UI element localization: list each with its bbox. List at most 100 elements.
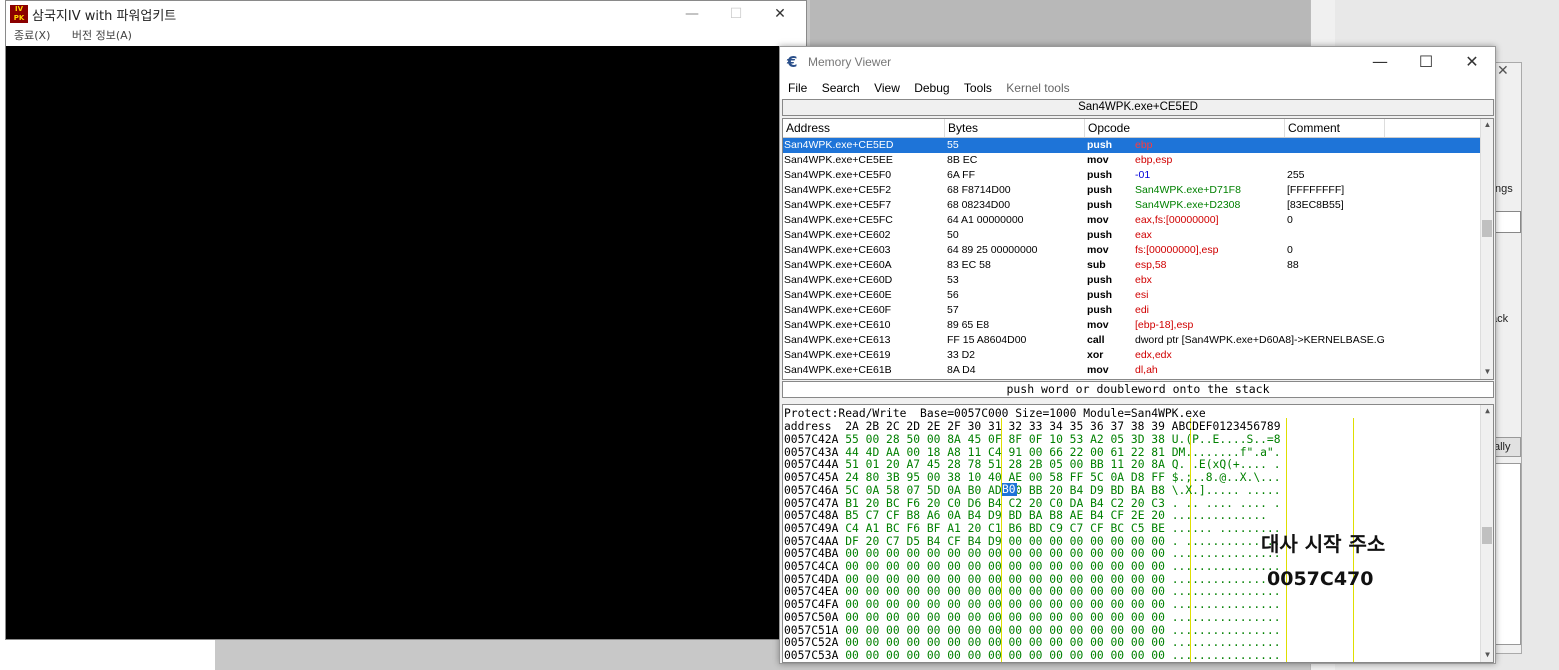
disasm-row[interactable]: San4WPK.exe+CE619 33 D2 xor edx,edx: [783, 348, 1480, 363]
game-title-bar[interactable]: IV PK 삼국지IV with 파워업키트 — ☐ ✕: [6, 1, 806, 27]
game-canvas[interactable]: [6, 46, 806, 639]
disasm-row[interactable]: San4WPK.exe+CE5F0 6A FF push -01 255: [783, 168, 1480, 183]
disasm-address: San4WPK.exe+CE5F2: [784, 184, 892, 196]
hex-scroll-thumb[interactable]: [1482, 527, 1492, 544]
menu-version-info[interactable]: 버전 정보(A): [72, 29, 132, 42]
menu-kernel-tools[interactable]: Kernel tools: [1006, 77, 1069, 99]
fragment-list: [1493, 463, 1521, 645]
fragment-button[interactable]: ally: [1493, 437, 1521, 457]
disasm-args: dl,ah: [1135, 364, 1158, 376]
region-info: Protect:Read/Write Base=0057C000 Size=10…: [784, 407, 1206, 420]
menu-search[interactable]: Search: [822, 77, 860, 99]
memory-viewer-menubar: File Search View Debug Tools Kernel tool…: [780, 77, 1495, 99]
disasm-address: San4WPK.exe+CE61B: [784, 364, 892, 376]
disasm-row[interactable]: San4WPK.exe+CE60E 56 push esi: [783, 288, 1480, 303]
minimize-icon[interactable]: —: [670, 3, 714, 25]
hex-row[interactable]: 0057C4DA 00 00 00 00 00 00 00 00 00 00 0…: [784, 573, 1281, 586]
hex-row[interactable]: 0057C51A 00 00 00 00 00 00 00 00 00 00 0…: [784, 624, 1281, 637]
instruction-description: push word or doubleword onto the stack: [782, 381, 1494, 398]
menu-tools[interactable]: Tools: [964, 77, 992, 99]
disasm-row[interactable]: San4WPK.exe+CE5F7 68 08234D00 push San4WPK.…: [783, 198, 1480, 213]
hex-row[interactable]: 0057C44A 51 01 20 A7 45 28 78 51 28 2B 0…: [784, 458, 1281, 471]
column-opcode[interactable]: Opcode: [1085, 119, 1285, 137]
fragment-text-1: ngs: [1495, 183, 1513, 195]
disasm-scroll-thumb[interactable]: [1482, 220, 1492, 237]
hex-row-bytes: 44 4D AA 00 18 A8 11 C4 91 00 66 22 00 6…: [845, 445, 1165, 459]
menu-file[interactable]: File: [788, 77, 807, 99]
selected-hex-byte[interactable]: B0: [1002, 483, 1017, 496]
hex-row[interactable]: 0057C49A C4 A1 BC F6 BF A1 20 C1 B6 BD C…: [784, 522, 1281, 535]
hex-row[interactable]: 0057C46A 5C 0A 58 07 5D 0A B0 AD C0 BB 2…: [784, 484, 1281, 497]
scroll-down-icon[interactable]: ▼: [1481, 649, 1493, 661]
hex-row-ascii: \.X.]..... .....: [1171, 483, 1281, 497]
column-bytes[interactable]: Bytes: [945, 119, 1085, 137]
disasm-row[interactable]: San4WPK.exe+CE5EE 8B EC mov ebp,esp: [783, 153, 1480, 168]
disasm-row[interactable]: San4WPK.exe+CE5FC 64 A1 00000000 mov eax,fs…: [783, 213, 1480, 228]
close-icon[interactable]: ✕: [1497, 63, 1521, 85]
hex-row[interactable]: 0057C45A 24 80 3B 95 00 38 10 40 AE 00 5…: [784, 471, 1281, 484]
game-app-icon: IV PK: [10, 5, 28, 23]
disasm-address: San4WPK.exe+CE610: [784, 319, 891, 331]
hex-row[interactable]: 0057C47A B1 20 BC F6 20 C0 D6 B4 C2 20 C…: [784, 497, 1281, 510]
menu-debug[interactable]: Debug: [914, 77, 949, 99]
hex-row-address: 0057C4DA: [784, 572, 839, 586]
column-address[interactable]: Address: [783, 119, 945, 137]
disassembler-view[interactable]: Address Bytes Opcode Comment San4WPK.exe…: [782, 118, 1494, 380]
hex-view[interactable]: Protect:Read/Write Base=0057C000 Size=10…: [782, 404, 1494, 663]
minimize-icon[interactable]: —: [1357, 47, 1403, 77]
menu-quit[interactable]: 종료(X): [14, 29, 50, 42]
disasm-row[interactable]: San4WPK.exe+CE613 FF 15 A8604D00 call dword…: [783, 333, 1480, 348]
memory-viewer-title-bar[interactable]: € Memory Viewer — ☐ ✕: [780, 47, 1495, 77]
hex-row[interactable]: 0057C52A 00 00 00 00 00 00 00 00 00 00 0…: [784, 636, 1281, 649]
hex-row[interactable]: 0057C4EA 00 00 00 00 00 00 00 00 00 00 0…: [784, 585, 1281, 598]
disasm-row[interactable]: San4WPK.exe+CE60D 53 push ebx: [783, 273, 1480, 288]
disasm-comment: 88: [1287, 259, 1299, 271]
maximize-icon[interactable]: ☐: [714, 3, 758, 25]
disasm-opcode: mov: [1087, 319, 1109, 331]
disasm-row[interactable]: San4WPK.exe+CE61B 8A D4 mov dl,ah: [783, 363, 1480, 378]
column-comment[interactable]: Comment: [1285, 119, 1385, 137]
disasm-bytes: 68 F8714D00: [947, 184, 1011, 196]
hex-row-address: 0057C50A: [784, 610, 839, 624]
disasm-row[interactable]: San4WPK.exe+CE610 89 65 E8 mov [ebp-18],esp: [783, 318, 1480, 333]
disasm-args: ebx: [1135, 274, 1152, 286]
hex-row[interactable]: 0057C4FA 00 00 00 00 00 00 00 00 00 00 0…: [784, 598, 1281, 611]
hex-row[interactable]: 0057C53A 00 00 00 00 00 00 00 00 00 00 0…: [784, 649, 1281, 662]
annotation-title: 대사 시작 주소: [1261, 532, 1386, 556]
close-icon[interactable]: ✕: [758, 3, 802, 25]
disasm-args: [ebp-18],esp: [1135, 319, 1194, 331]
disasm-opcode: push: [1087, 229, 1113, 241]
menu-view[interactable]: View: [874, 77, 900, 99]
disasm-scrollbar[interactable]: ▲ ▼: [1480, 119, 1493, 379]
disasm-row[interactable]: San4WPK.exe+CE60A 83 EC 58 sub esp,58 88: [783, 258, 1480, 273]
disasm-bytes: 64 89 25 00000000: [947, 244, 1038, 256]
hex-row[interactable]: 0057C48A B5 C7 CF B8 A6 0A B4 D9 BD BA B…: [784, 509, 1281, 522]
scroll-up-icon[interactable]: ▲: [1481, 119, 1493, 131]
disasm-opcode: mov: [1087, 244, 1109, 256]
scroll-down-icon[interactable]: ▼: [1481, 366, 1493, 378]
disasm-row[interactable]: San4WPK.exe+CE602 50 push eax: [783, 228, 1480, 243]
hex-row[interactable]: 0057C4CA 00 00 00 00 00 00 00 00 00 00 0…: [784, 560, 1281, 573]
hex-row[interactable]: 0057C4BA 00 00 00 00 00 00 00 00 00 00 0…: [784, 547, 1281, 560]
hex-row[interactable]: 0057C42A 55 00 28 50 00 8A 45 0F 8F 0F 1…: [784, 433, 1281, 446]
hex-row[interactable]: 0057C4AA DF 20 C7 D5 B4 CF B4 D9 00 00 0…: [784, 535, 1281, 548]
scroll-up-icon[interactable]: ▲: [1481, 405, 1493, 417]
maximize-icon[interactable]: ☐: [1403, 47, 1449, 77]
hex-row-ascii: U.(P..E....S..=8: [1171, 433, 1281, 446]
close-icon[interactable]: ✕: [1449, 47, 1495, 77]
hex-row[interactable]: 0057C43A 44 4D AA 00 18 A8 11 C4 91 00 6…: [784, 446, 1281, 459]
fragment-input[interactable]: [1495, 211, 1521, 233]
disasm-row[interactable]: San4WPK.exe+CE60F 57 push edi: [783, 303, 1480, 318]
hex-row[interactable]: 0057C50A 00 00 00 00 00 00 00 00 00 00 0…: [784, 611, 1281, 624]
disasm-address: San4WPK.exe+CE613: [784, 334, 891, 346]
hex-row-bytes: 55 00 28 50 00 8A 45 0F 8F 0F 10 53 A2 0…: [845, 433, 1165, 446]
hex-row-bytes: 00 00 00 00 00 00 00 00 00 00 00 00 00 0…: [845, 547, 1165, 561]
disasm-bytes: 89 65 E8: [947, 319, 990, 331]
hex-row-bytes: 00 00 00 00 00 00 00 00 00 00 00 00 00 0…: [845, 572, 1165, 586]
disasm-row[interactable]: San4WPK.exe+CE603 64 89 25 00000000 mov fs:…: [783, 243, 1480, 258]
hex-row-address: 0057C46A: [784, 483, 839, 497]
disasm-bytes: FF 15 A8604D00: [947, 334, 1027, 346]
disasm-row[interactable]: San4WPK.exe+CE5F2 68 F8714D00 push San4WPK.…: [783, 183, 1480, 198]
disasm-args: eax,fs:[00000000]: [1135, 214, 1219, 226]
disasm-row[interactable]: San4WPK.exe+CE5ED 55 push ebp: [783, 138, 1480, 153]
